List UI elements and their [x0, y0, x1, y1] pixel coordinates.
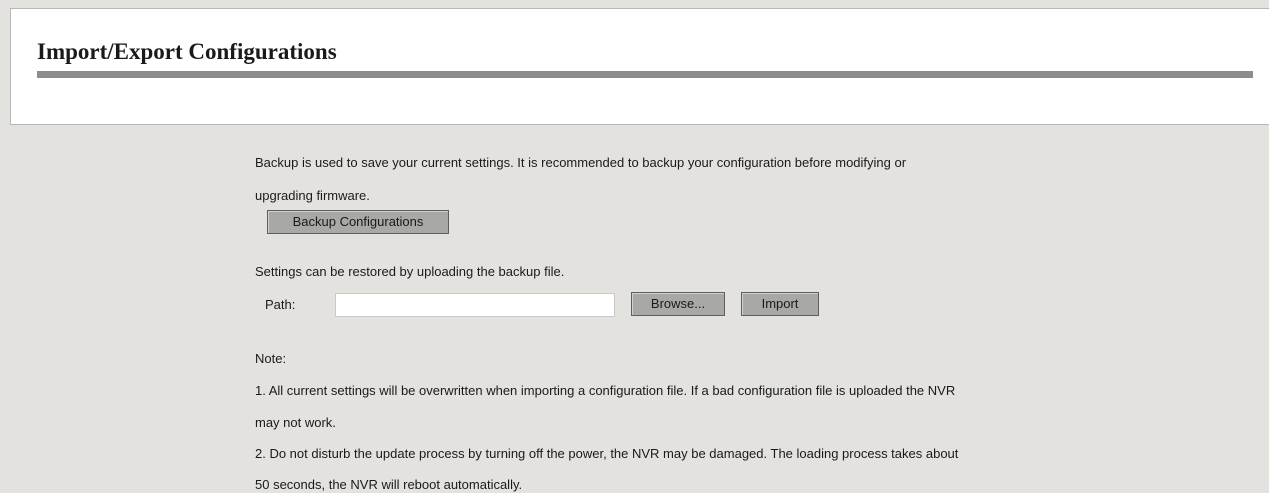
- note-line-4: 50 seconds, the NVR will reboot automati…: [255, 477, 523, 492]
- backup-description-line1: Backup is used to save your current sett…: [255, 155, 907, 170]
- note-heading: Note:: [255, 351, 287, 366]
- restore-description: Settings can be restored by uploading th…: [255, 264, 565, 279]
- note-line-2: may not work.: [255, 415, 336, 430]
- backup-configurations-button[interactable]: Backup Configurations: [267, 210, 449, 234]
- title-divider: [37, 71, 1253, 78]
- path-label: Path:: [265, 297, 296, 312]
- top-strip: [0, 0, 1269, 8]
- header-panel: Import/Export Configurations: [10, 8, 1269, 125]
- backup-description-line2: upgrading firmware.: [255, 188, 370, 203]
- browse-button[interactable]: Browse...: [631, 292, 725, 316]
- path-input[interactable]: [335, 293, 615, 317]
- import-button[interactable]: Import: [741, 292, 819, 316]
- note-line-3: 2. Do not disturb the update process by …: [255, 446, 959, 461]
- note-line-1: 1. All current settings will be overwrit…: [255, 383, 956, 398]
- page-title: Import/Export Configurations: [37, 39, 337, 64]
